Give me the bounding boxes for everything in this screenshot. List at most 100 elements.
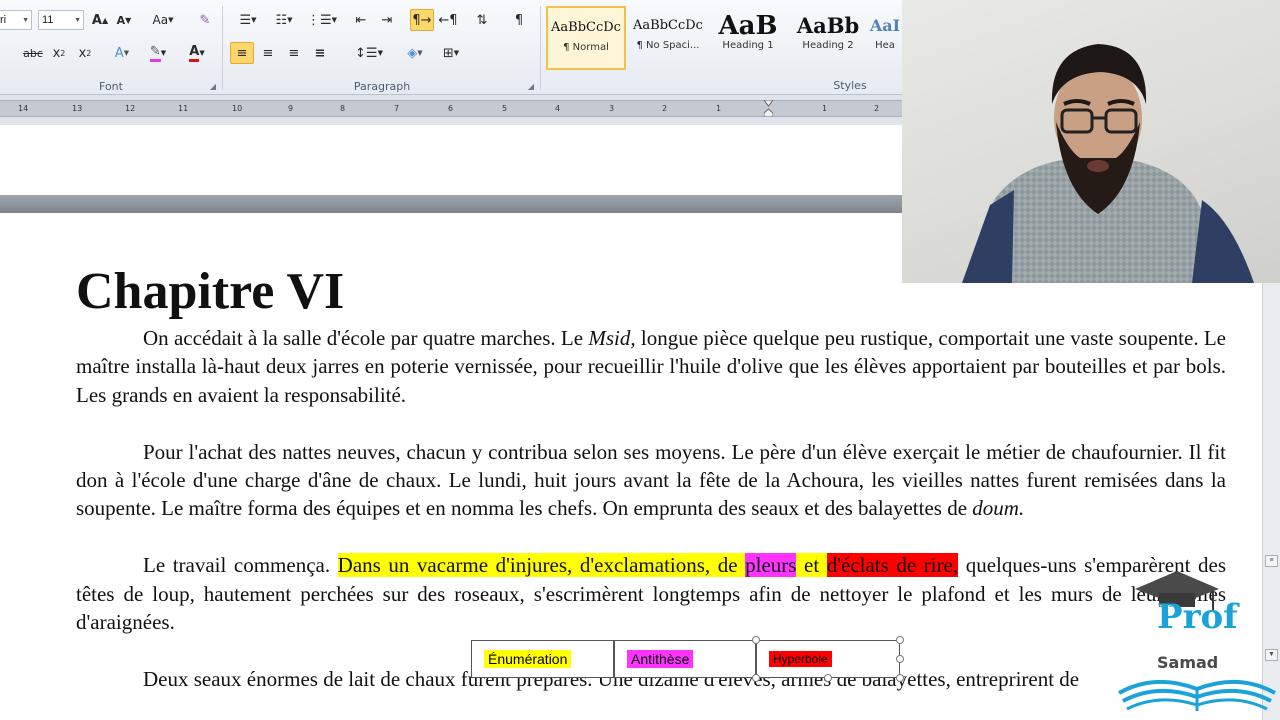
previous-page-bottom	[0, 125, 902, 195]
ruler-number: 10	[232, 104, 243, 113]
line-spacing-button[interactable]: ↕☰ ▼	[354, 42, 384, 64]
annotation-hyperbole-box[interactable]: Hyperbole	[756, 640, 900, 678]
highlight-enumeration: et	[796, 553, 827, 578]
borders-button[interactable]: ⊞ ▼	[436, 42, 466, 64]
ruler-number: 12	[125, 104, 136, 113]
logo-prof-text: Prof	[1157, 597, 1238, 637]
ltr-direction-button[interactable]: ¶→	[410, 9, 434, 31]
text-run: Le travail commença.	[143, 553, 338, 578]
font-size-combo[interactable]: 11 ▼	[38, 10, 84, 30]
italic-text: Msid,	[588, 326, 636, 350]
paragraph-group: ☰ ▼ ☷ ▼ ⋮☰ ▼ ⇤ ⇥ ¶→ ←¶ ⇅ ¶ ≡ ≡ ≡ ≡ ↕☰ ▼ ◈ ▼ ⊞…	[224, 0, 540, 95]
style-heading-2[interactable]: AaBb Heading 2	[788, 6, 868, 70]
style-name: ¶ No Spaci...	[636, 40, 700, 51]
logo-samad-text: Samad	[1157, 653, 1219, 672]
paragraph-3: Le travail commença. Dans un vacarme d'i…	[76, 551, 1226, 636]
style-sample: AaBb	[796, 13, 860, 38]
font-name-combo[interactable]: ri ▼	[0, 10, 32, 30]
highlight-antithese: pleurs	[745, 553, 797, 578]
dialog-launcher-icon[interactable]: ◢	[210, 82, 216, 91]
multilevel-list-button[interactable]: ⋮☰ ▼	[306, 9, 338, 31]
style-heading-1[interactable]: AaB Heading 1	[708, 6, 788, 70]
clear-formatting-icon[interactable]: ✎	[194, 9, 216, 31]
annotation-label: Antithèse	[627, 650, 694, 668]
italic-text: doum.	[972, 496, 1025, 521]
ruler-number: 7	[394, 104, 400, 113]
bullets-button[interactable]: ☰ ▼	[232, 9, 264, 31]
ruler-scale: 14 13 12 11 10 9 8 7 6 5 4 3 2 1 1 2	[0, 100, 879, 117]
group-separator	[540, 6, 541, 90]
font-color-button[interactable]: A ▼	[182, 42, 212, 64]
highlight-enumeration: Dans un vacarme d'injures, d'exclamation…	[337, 553, 746, 578]
ruler-number: 11	[178, 104, 189, 113]
resize-handle[interactable]	[896, 674, 904, 682]
resize-handle[interactable]	[824, 674, 832, 682]
resize-handle[interactable]	[896, 636, 904, 644]
style-normal[interactable]: AaBbCcDc ¶ Normal	[546, 6, 626, 70]
chevron-down-icon: ▼	[74, 16, 81, 24]
style-name: Hea	[875, 40, 895, 51]
style-name: ¶ Normal	[563, 42, 609, 53]
text-run: Pour l'achat des nattes neuves, chacun y…	[76, 439, 1226, 521]
font-group-label: Font	[99, 80, 123, 93]
highlight-color-button[interactable]: ✎ ▼	[144, 42, 172, 64]
strikethrough-button[interactable]: abc	[22, 42, 44, 64]
ruler-number: 2	[874, 104, 880, 113]
align-left-button[interactable]: ≡	[230, 42, 254, 64]
font-name-value: ri	[0, 14, 7, 26]
subscript-button[interactable]: x2	[48, 42, 70, 64]
annotation-enumeration-box[interactable]: Énumération	[471, 640, 614, 678]
text-run: On accédait à la salle d'école par quatr…	[143, 326, 589, 350]
webcam-overlay	[902, 0, 1280, 283]
resize-handle[interactable]	[752, 674, 760, 682]
ruler-number: 1	[716, 104, 722, 113]
ruler-number: 14	[18, 104, 29, 113]
highlight-hyperbole: d'éclats de rire,	[826, 553, 959, 578]
sort-button[interactable]: ⇅	[470, 9, 494, 31]
dialog-launcher-icon[interactable]: ◢	[528, 82, 534, 91]
indent-marker-icon[interactable]	[764, 100, 773, 117]
shading-button[interactable]: ◈ ▼	[400, 42, 430, 64]
numbering-button[interactable]: ☷ ▼	[268, 9, 300, 31]
style-name: Heading 1	[722, 40, 774, 51]
style-no-spacing[interactable]: AaBbCcDc ¶ No Spaci...	[628, 6, 708, 70]
increase-indent-button[interactable]: ⇥	[376, 9, 398, 31]
ruler-number: 1	[822, 104, 828, 113]
styles-gallery: AaBbCcDc ¶ Normal AaBbCcDc ¶ No Spaci...…	[544, 2, 902, 72]
paragraph-2: Pour l'achat des nattes neuves, chacun y…	[76, 438, 1226, 523]
style-heading-3[interactable]: AaI Hea	[868, 6, 902, 70]
style-sample: AaI	[869, 16, 901, 35]
font-group: ri ▼ 11 ▼ A ▲ A ▼ Aa ▼ ✎ abc x2 x2 A ▼ ✎ ▼ A ▼ F…	[0, 0, 222, 95]
chevron-down-icon: ▼	[22, 16, 29, 24]
text-effects-button[interactable]: A ▼	[108, 42, 136, 64]
change-case-button[interactable]: Aa ▼	[148, 9, 178, 31]
ribbon: ri ▼ 11 ▼ A ▲ A ▼ Aa ▼ ✎ abc x2 x2 A ▼ ✎ ▼ A ▼ F…	[0, 0, 902, 95]
group-separator	[222, 6, 223, 90]
annotation-label: Hyperbole	[769, 651, 832, 667]
style-sample: AaB	[718, 11, 778, 41]
ruler-number: 13	[72, 104, 83, 113]
justify-button[interactable]: ≡	[308, 42, 332, 64]
ruler-number: 8	[340, 104, 346, 113]
ruler-number: 4	[555, 104, 561, 113]
ruler-area: 14 13 12 11 10 9 8 7 6 5 4 3 2 1 1 2	[0, 95, 902, 125]
show-marks-button[interactable]: ¶	[508, 9, 530, 31]
decrease-indent-button[interactable]: ⇤	[350, 9, 372, 31]
shrink-font-button[interactable]: A ▼	[114, 9, 134, 31]
ruler-number: 2	[662, 104, 668, 113]
resize-handle[interactable]	[752, 636, 760, 644]
style-sample: AaBbCcDc	[633, 18, 703, 33]
align-center-button[interactable]: ≡	[256, 42, 280, 64]
annotation-antithese-box[interactable]: Antithèse	[614, 640, 756, 678]
font-size-value: 11	[42, 14, 54, 26]
align-right-button[interactable]: ≡	[282, 42, 306, 64]
style-sample: AaBbCcDc	[551, 20, 621, 35]
book-logo-icon	[1118, 571, 1276, 711]
style-name: Heading 2	[802, 40, 854, 51]
rtl-direction-button[interactable]: ←¶	[436, 9, 460, 31]
superscript-button[interactable]: x2	[74, 42, 96, 64]
resize-handle[interactable]	[896, 655, 904, 663]
paragraph-1: On accédait à la salle d'école par quatr…	[76, 324, 1226, 409]
grow-font-button[interactable]: A ▲	[90, 9, 110, 31]
page-gap	[0, 195, 902, 213]
